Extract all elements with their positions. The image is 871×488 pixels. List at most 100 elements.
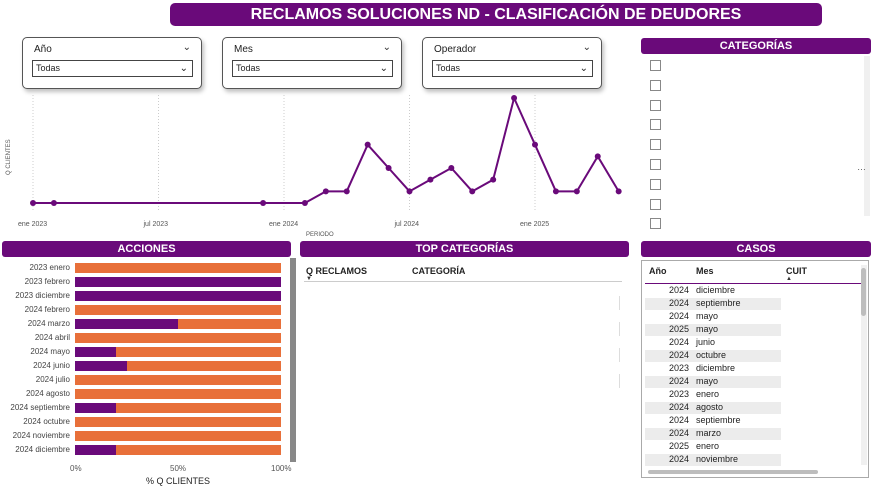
data-point[interactable] [427, 176, 434, 183]
bar-segment-purple[interactable] [75, 319, 178, 329]
data-point[interactable] [490, 176, 497, 183]
bar-category-label: 2024 noviembre [12, 431, 70, 440]
table-row[interactable]: 2023 diciembre [645, 363, 781, 375]
table-row[interactable]: 2024 mayo [645, 376, 781, 388]
bar-segment-orange[interactable] [75, 291, 281, 301]
col-anio[interactable]: Año [649, 266, 667, 276]
cell-year: 2023 [668, 363, 689, 373]
bar-segment-orange[interactable] [75, 333, 281, 343]
category-checkbox[interactable] [650, 119, 661, 131]
bar-segment-orange[interactable] [75, 319, 281, 329]
data-point[interactable] [511, 95, 518, 101]
data-point[interactable] [343, 188, 350, 195]
cell-month: noviembre [696, 454, 739, 464]
cell-divider [619, 348, 620, 362]
bar-segment-orange[interactable] [75, 431, 281, 441]
data-point[interactable] [469, 188, 476, 195]
bar-segment-orange[interactable] [75, 389, 281, 399]
table-row[interactable]: 2024 octubre [645, 350, 781, 362]
cell-month: junio [696, 337, 716, 347]
bar-segment-orange[interactable] [75, 403, 281, 413]
table-row[interactable]: 2024 marzo [645, 428, 781, 440]
data-point[interactable] [30, 200, 36, 206]
category-checkbox[interactable] [650, 178, 661, 190]
category-checkbox[interactable] [650, 198, 661, 210]
col-categoria[interactable]: CATEGORÍA [412, 266, 465, 276]
data-point[interactable] [532, 141, 538, 148]
bar-segment-orange[interactable] [75, 263, 281, 273]
category-checkbox[interactable] [650, 218, 661, 230]
cell-year: 2024 [668, 428, 689, 438]
cell-month: agosto [696, 402, 724, 412]
category-checkbox[interactable] [650, 159, 661, 170]
data-point[interactable] [260, 200, 267, 206]
table-row[interactable]: 2024 junio [645, 337, 781, 349]
cell-year: 2024 [668, 402, 689, 412]
table-row[interactable]: 2025 mayo [645, 324, 781, 336]
table-row[interactable]: 2024 septiembre [645, 298, 781, 310]
casos-hscroll-thumb[interactable] [648, 470, 818, 474]
bar-segment-orange[interactable] [75, 445, 281, 455]
sort-icon[interactable]: ▲ [786, 276, 792, 282]
data-point[interactable] [406, 188, 413, 195]
col-q-reclamos[interactable]: Q RECLAMOS [306, 266, 367, 276]
table-row[interactable]: 2024 agosto [645, 402, 781, 414]
categorias-header: CATEGORÍAS [641, 38, 871, 54]
data-point[interactable] [364, 141, 371, 148]
x-tick-label: jul 2023 [143, 221, 169, 228]
acciones-scrollbar[interactable] [290, 258, 296, 462]
data-point[interactable] [385, 165, 392, 171]
bar-segment-orange[interactable] [75, 277, 281, 287]
categorias-scrollbar[interactable] [864, 56, 870, 216]
bar-segment-purple[interactable] [75, 291, 281, 301]
table-row[interactable]: 2024 septiembre [645, 415, 781, 427]
category-checkbox[interactable] [650, 79, 661, 91]
cell-month: septiembre [696, 415, 741, 425]
bar-segment-purple[interactable] [75, 277, 281, 287]
data-point[interactable] [573, 188, 580, 195]
category-checkbox[interactable] [650, 99, 661, 111]
table-row[interactable]: 2023 enero [645, 389, 781, 401]
x-tick-label: ene 2023 [18, 221, 47, 228]
bar-segment-purple[interactable] [75, 445, 117, 455]
bar-segment-orange[interactable] [75, 305, 281, 315]
data-point[interactable] [322, 188, 329, 195]
data-point[interactable] [552, 188, 559, 195]
col-mes[interactable]: Mes [696, 266, 714, 276]
category-checkbox[interactable] [650, 60, 661, 71]
data-point[interactable] [615, 188, 622, 195]
series-line [33, 94, 620, 204]
bar-category-label: 2024 marzo [27, 319, 70, 328]
bar-category-label: 2024 septiembre [10, 403, 70, 412]
bar-segment-purple[interactable] [75, 361, 127, 371]
data-point[interactable] [50, 200, 57, 206]
bar-category-label: 2024 julio [35, 375, 70, 384]
cell-divider [619, 296, 620, 310]
data-point[interactable] [594, 153, 601, 160]
col-cuit[interactable]: CUIT [786, 266, 807, 276]
cell-year: 2024 [668, 285, 689, 295]
cell-month: enero [696, 441, 720, 451]
x-tick-label: ene 2024 [269, 221, 298, 228]
table-row[interactable]: 2024 noviembre [645, 454, 781, 466]
cell-year: 2025 [668, 441, 689, 451]
table-row[interactable]: 2025 enero [645, 441, 781, 453]
casos-vscroll-thumb[interactable] [861, 268, 866, 316]
bar-segment-orange[interactable] [75, 361, 281, 371]
bar-category-label: 2024 junio [33, 361, 70, 370]
bar-segment-purple[interactable] [75, 347, 117, 357]
bar-category-label: 2024 abril [34, 333, 70, 342]
data-point[interactable] [448, 165, 455, 171]
cell-month: mayo [696, 376, 719, 386]
bar-segment-orange[interactable] [75, 417, 281, 427]
table-row[interactable]: 2024 mayo [645, 311, 781, 323]
more-options-icon[interactable]: … [857, 162, 866, 172]
bar-segment-purple[interactable] [75, 403, 117, 413]
table-row[interactable]: 2024 diciembre [645, 285, 781, 297]
data-point[interactable] [301, 200, 308, 206]
category-checkbox[interactable] [650, 139, 661, 151]
bar-category-label: 2024 febrero [24, 305, 70, 314]
bar-segment-orange[interactable] [75, 375, 281, 385]
bar-category-label: 2024 octubre [23, 417, 70, 426]
bar-segment-orange[interactable] [75, 347, 281, 357]
